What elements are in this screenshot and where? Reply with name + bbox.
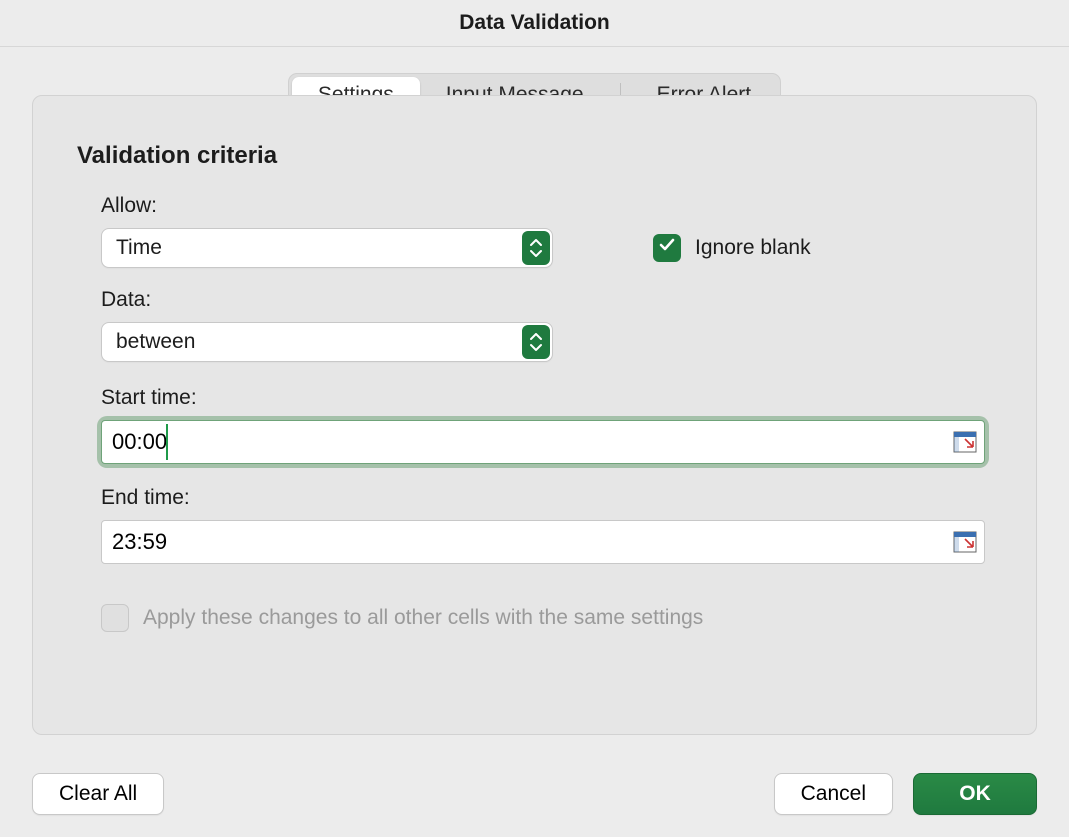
- allow-label: Allow:: [101, 194, 992, 218]
- ignore-blank-row: Ignore blank: [653, 234, 811, 262]
- content-area: Settings Input Message Error Alert Valid…: [0, 47, 1069, 755]
- allow-select-value: Time: [116, 236, 538, 260]
- settings-panel: Validation criteria Allow: Time: [32, 95, 1037, 735]
- cell-reference-icon[interactable]: [953, 431, 977, 453]
- apply-changes-checkbox: [101, 604, 129, 632]
- allow-select[interactable]: Time: [101, 228, 553, 268]
- data-label: Data:: [101, 288, 992, 312]
- apply-changes-row: Apply these changes to all other cells w…: [101, 604, 992, 632]
- chevron-up-down-icon: [522, 325, 550, 359]
- data-select-value: between: [116, 330, 538, 354]
- ok-button[interactable]: OK: [913, 773, 1037, 815]
- cancel-button[interactable]: Cancel: [774, 773, 893, 815]
- checkmark-icon: [658, 236, 676, 260]
- start-time-input[interactable]: [101, 420, 985, 464]
- ignore-blank-checkbox[interactable]: [653, 234, 681, 262]
- cell-reference-icon[interactable]: [953, 531, 977, 553]
- clear-all-button[interactable]: Clear All: [32, 773, 164, 815]
- data-select[interactable]: between: [101, 322, 553, 362]
- ignore-blank-label: Ignore blank: [695, 236, 811, 260]
- end-time-input[interactable]: [101, 520, 985, 564]
- end-time-input-wrap: [101, 520, 985, 564]
- dialog-title: Data Validation: [459, 11, 610, 35]
- chevron-up-down-icon: [522, 231, 550, 265]
- dialog-footer: Clear All Cancel OK: [0, 755, 1069, 837]
- titlebar: Data Validation: [0, 0, 1069, 47]
- end-time-label: End time:: [101, 486, 992, 510]
- start-time-input-wrap: [101, 420, 985, 464]
- data-row: between: [101, 322, 992, 362]
- section-heading-validation-criteria: Validation criteria: [77, 142, 992, 170]
- start-time-label: Start time:: [101, 386, 992, 410]
- allow-row: Time Ignore blank: [101, 228, 992, 268]
- data-validation-dialog: Data Validation Settings Input Message E…: [0, 0, 1069, 837]
- apply-changes-label: Apply these changes to all other cells w…: [143, 606, 703, 630]
